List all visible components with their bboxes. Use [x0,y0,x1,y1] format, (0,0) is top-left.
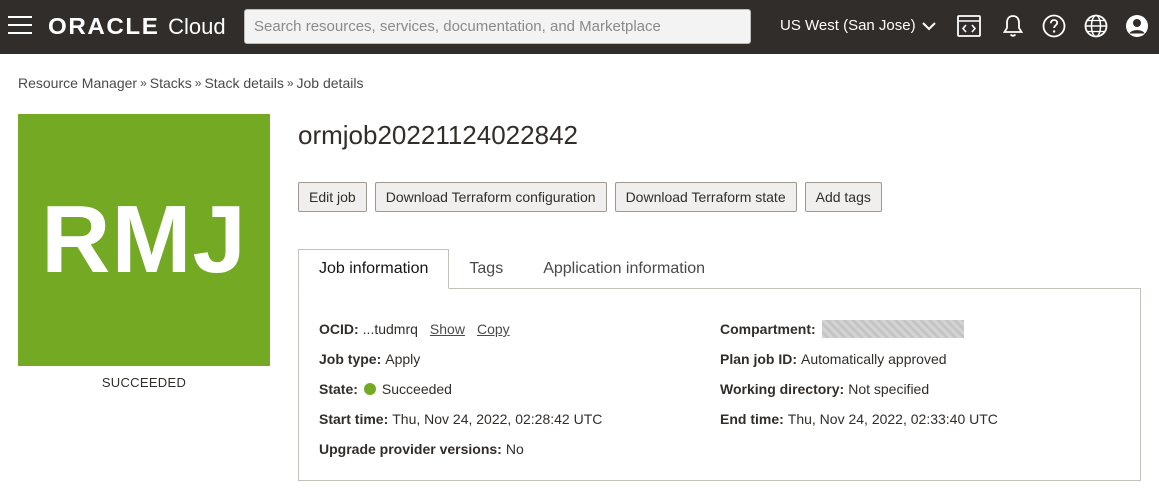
working-directory-value: Not specified [848,381,930,397]
breadcrumb-separator-icon: » [194,76,202,90]
tab-job-information[interactable]: Job information [298,249,450,289]
cloud-shell-icon[interactable] [956,13,982,39]
avatar-initials: RMJ [41,186,247,293]
tab-tags[interactable]: Tags [449,249,523,289]
start-time-value: Thu, Nov 24, 2022, 02:28:42 UTC [392,411,603,427]
breadcrumb: Resource Manager » Stacks » Stack detail… [18,75,363,91]
info-column-left: OCID: ...tudmrq Show Copy Job type: Appl… [319,314,602,464]
compartment-row: Compartment: [720,314,998,344]
globe-icon[interactable] [1083,13,1109,39]
job-avatar: RMJ [18,114,270,366]
breadcrumb-separator-icon: » [140,76,147,90]
tab-application-information[interactable]: Application information [523,249,725,289]
info-column-right: Compartment: Plan job ID: Automatically … [720,314,998,434]
job-type-value: Apply [385,351,421,367]
start-time-label: Start time: [319,411,389,427]
download-terraform-configuration-button[interactable]: Download Terraform configuration [374,182,607,212]
working-directory-row: Working directory: Not specified [720,374,998,404]
copy-ocid-link[interactable]: Copy [477,318,510,340]
product-name: Cloud [168,14,226,39]
breadcrumb-resource-manager[interactable]: Resource Manager [18,75,137,91]
bell-icon[interactable] [1000,13,1026,39]
plan-job-id-value: Automatically approved [801,351,947,367]
menu-icon[interactable] [8,16,32,36]
user-icon[interactable] [1124,13,1150,39]
plan-job-id-row: Plan job ID: Automatically approved [720,344,998,374]
end-time-value: Thu, Nov 24, 2022, 02:33:40 UTC [787,411,998,427]
tab-bar: Job information Tags Application informa… [298,249,725,289]
ocid-row: OCID: ...tudmrq Show Copy [319,314,602,344]
ocid-label: OCID: [319,321,359,337]
show-ocid-link[interactable]: Show [430,318,465,340]
redacted-compartment-value [821,320,964,338]
region-label: US West (San Jose) [780,17,916,34]
breadcrumb-current: Job details [296,75,364,91]
state-value: Succeeded [381,381,452,397]
help-icon[interactable] [1041,13,1067,39]
breadcrumb-separator-icon: » [286,76,294,90]
job-information-panel: OCID: ...tudmrq Show Copy Job type: Appl… [298,288,1141,481]
status-dot-icon [363,383,376,395]
end-time-row: End time: Thu, Nov 24, 2022, 02:33:40 UT… [720,404,998,434]
page-title: ormjob20221124022842 [298,120,578,150]
compartment-label: Compartment: [720,321,816,337]
ocid-value: ...tudmrq [362,321,418,337]
state-row: State: Succeeded [319,374,602,404]
plan-job-id-label: Plan job ID: [720,351,797,367]
job-type-row: Job type: Apply [319,344,602,374]
breadcrumb-stacks[interactable]: Stacks [150,75,192,91]
end-time-label: End time: [720,411,784,427]
oracle-cloud-logo[interactable]: ORACLE Cloud [48,13,226,41]
state-label: State: [319,381,358,397]
download-terraform-state-button[interactable]: Download Terraform state [614,182,797,212]
add-tags-button[interactable]: Add tags [804,182,882,212]
avatar-status-label: SUCCEEDED [101,375,187,390]
region-selector[interactable]: US West (San Jose) [780,17,936,34]
upgrade-provider-value: No [505,441,524,457]
upgrade-provider-row: Upgrade provider versions: No [319,434,602,464]
job-type-label: Job type: [319,351,382,367]
search-input[interactable] [244,9,751,44]
edit-job-button[interactable]: Edit job [298,182,367,212]
brand-name: ORACLE [48,13,160,39]
working-directory-label: Working directory: [720,381,845,397]
top-bar: ORACLE Cloud US West (San Jose) [0,0,1159,54]
upgrade-provider-label: Upgrade provider versions: [319,441,502,457]
action-bar: Edit job Download Terraform configuratio… [298,182,890,212]
breadcrumb-stack-details[interactable]: Stack details [204,75,283,91]
start-time-row: Start time: Thu, Nov 24, 2022, 02:28:42 … [319,404,602,434]
chevron-down-icon [921,21,936,30]
